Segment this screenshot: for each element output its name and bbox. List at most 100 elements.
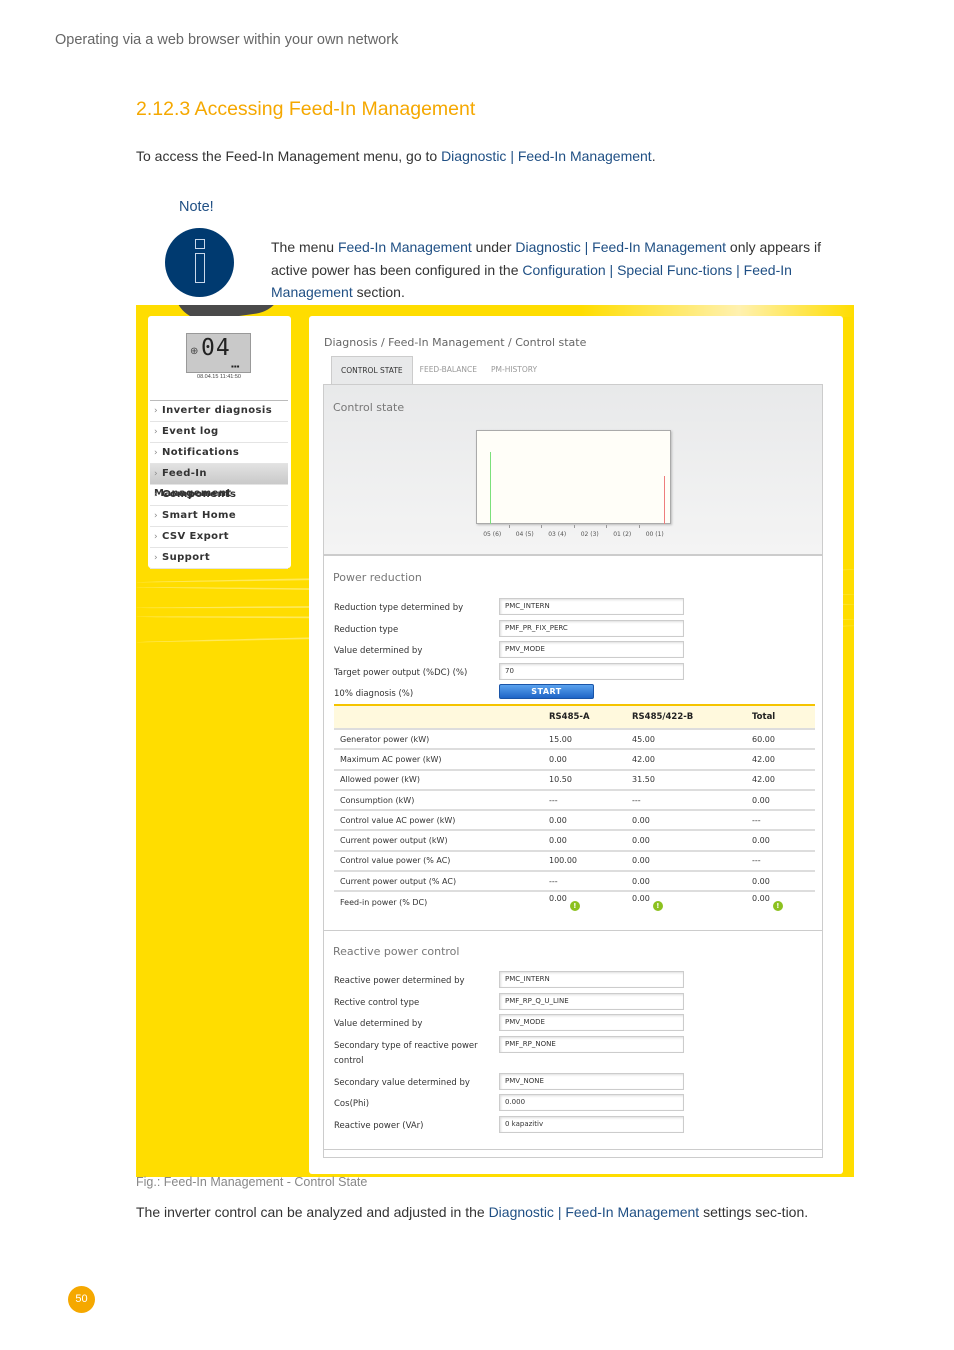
note-link[interactable]: Diagnostic | Feed-In Management (515, 239, 726, 255)
chart-bar-green (490, 451, 492, 524)
field-label: Reduction type determined by (334, 603, 464, 613)
intro-text: To access the Feed-In Management menu, g… (136, 148, 442, 164)
row-label: Feed-in power (% DC) (334, 890, 549, 912)
note-text-part: The menu (271, 239, 338, 255)
sidebar-menu: › Inverter diagnosis › Event log › Notificati… (150, 400, 288, 569)
column-header: RS485/422-B (632, 704, 752, 729)
cell-text: 0.00 (632, 856, 650, 866)
outro-text: The inverter control can be analyzed and… (136, 1204, 489, 1220)
field-input[interactable]: PMV_NONE (499, 1072, 684, 1090)
sidebar-item-components[interactable]: › Components (150, 485, 288, 506)
sidebar-item-label: Components (162, 489, 237, 500)
cell-text: Feed-in power (% DC) (340, 897, 428, 907)
cell-value: 0.00 (549, 748, 632, 770)
info-icon (165, 228, 234, 297)
x-tick (638, 525, 640, 528)
cell-text: --- (752, 815, 761, 825)
main-content: Diagnosis / Feed-In Management / Control… (309, 316, 843, 1174)
globe-icon: ⊕ (190, 346, 199, 357)
field-input[interactable]: PMV_MODE (499, 641, 684, 658)
field-label: Value determined by (334, 1019, 423, 1029)
cell-text: Consumption (kW) (340, 795, 415, 805)
cell-value: --- (752, 849, 815, 872)
exclamation-circle-icon[interactable]: ! (569, 900, 580, 911)
field-input[interactable]: PMC_INTERN (499, 598, 684, 615)
sidebar: ⊕ 04 ▪▪▪ 08.04.15 11:41:50 › Inverter dia… (148, 316, 291, 569)
note-text-part: section. (352, 284, 405, 300)
field-label: Reactive power (VAr) (334, 1120, 424, 1131)
diagnosis-label: 10% diagnosis (%) (334, 689, 414, 699)
field-input[interactable]: PMF_RP_Q_U_LINE (499, 992, 684, 1010)
tab-pm-history[interactable]: PM-HISTORY (484, 356, 544, 384)
sidebar-item-label: Support (162, 552, 211, 563)
chevron-right-icon: › (154, 511, 158, 521)
field-input[interactable]: PMF_RP_NONE (499, 1035, 684, 1053)
field-input[interactable]: 70 (499, 662, 684, 680)
note-link[interactable]: Feed-In Management (338, 239, 472, 255)
exclamation-circle-icon[interactable]: ! (772, 900, 783, 911)
figure-caption: Fig.: Feed-In Management - Control State (136, 1175, 368, 1189)
row-label: Current power output (kW) (334, 829, 549, 851)
field-input[interactable]: 0.000 (499, 1094, 684, 1111)
cell-value: 0.00 (632, 870, 752, 892)
sidebar-item-notifications[interactable]: › Notifications (150, 443, 288, 464)
field-label: Rective control type (334, 997, 420, 1008)
cell-value: 0.00 (752, 788, 815, 811)
field-label: Value determined by (334, 646, 423, 656)
cell-text: 45.00 (632, 734, 655, 744)
cell-value: 0.00! (632, 890, 752, 912)
row-label: Control value power (% AC) (334, 849, 549, 872)
table-row: Current power output (kW) 0.00 0.00 0.00 (334, 829, 815, 851)
form-row: Secondary type of reactive power control… (334, 1035, 814, 1066)
note-label: Note! (179, 199, 214, 215)
row-label: Generator power (kW) (334, 727, 549, 750)
running-header: Operating via a web browser within your … (55, 32, 399, 48)
field-input[interactable]: PMV_MODE (499, 1014, 684, 1031)
section-divider (324, 930, 822, 931)
form-row: Reduction type PMF_PR_FIX_PERC (334, 619, 814, 638)
inverter-display: ⊕ 04 ▪▪▪ (186, 333, 251, 373)
tab-control-state[interactable]: CONTROL STATE (331, 356, 413, 384)
field-input[interactable]: PMF_PR_FIX_PERC (499, 619, 684, 637)
field-input[interactable]: 0 kapazitiv (499, 1115, 684, 1133)
form-row: Rective control type PMF_RP_Q_U_LINE (334, 992, 814, 1011)
intro-link[interactable]: Diagnostic | Feed-In Management (441, 148, 652, 164)
cell-text: 100.00 (549, 856, 577, 866)
tab-feed-balance[interactable]: FEED-BALANCE (413, 356, 484, 384)
sidebar-item-inverter-diagnosis[interactable]: › Inverter diagnosis (150, 401, 288, 422)
exclamation-circle-icon[interactable]: ! (652, 900, 663, 911)
x-tick-label: 04 (5) (515, 531, 534, 538)
note-text: The menu Feed-In Management under Diagno… (271, 236, 841, 304)
chevron-right-icon: › (154, 406, 158, 416)
field-label: Cos(Phi) (334, 1099, 370, 1109)
field-input[interactable]: PMC_INTERN (499, 971, 684, 988)
sidebar-item-event-log[interactable]: › Event log (150, 422, 288, 443)
cell-text: Allowed power (kW) (340, 775, 420, 785)
cell-text: 60.00 (752, 734, 775, 744)
table-row: Generator power (kW) 15.00 45.00 60.00 (334, 727, 815, 750)
cell-text: 0.00 (752, 893, 770, 903)
field-label: Reduction type (334, 624, 399, 635)
sidebar-item-smart-home[interactable]: › Smart Home (150, 506, 288, 527)
intro-suffix: . (651, 148, 656, 164)
x-tick (541, 525, 542, 528)
field-label: Reactive power determined by (334, 976, 465, 986)
cell-value: 0.00 (549, 809, 632, 831)
field-label: Secondary value determined by (334, 1077, 470, 1088)
sidebar-item-label: Event log (162, 426, 219, 437)
chevron-right-icon: › (154, 448, 158, 458)
form-row: Value determined by PMV_MODE (334, 1014, 814, 1032)
cell-text: 42.00 (632, 754, 655, 764)
outro-link[interactable]: Diagnostic | Feed-In Management (489, 1204, 700, 1220)
sidebar-item-feed-in-management[interactable]: › Feed-In Management (150, 464, 288, 499)
start-button[interactable]: START (499, 684, 594, 699)
sidebar-item-support[interactable]: › Support (150, 548, 288, 569)
cell-text: --- (752, 856, 761, 866)
column-header: RS485-A (549, 704, 632, 729)
sidebar-item-csv-export[interactable]: › CSV Export (150, 527, 288, 548)
row-label: Allowed power (kW) (334, 768, 549, 790)
info-icon-stem (195, 253, 205, 283)
cell-text: 42.00 (752, 775, 775, 785)
control-state-panel: Control state 05 (6) 04 (5) 03 (4) 02 (3) 01… (323, 384, 823, 555)
cell-value: 100.00 (549, 849, 632, 872)
